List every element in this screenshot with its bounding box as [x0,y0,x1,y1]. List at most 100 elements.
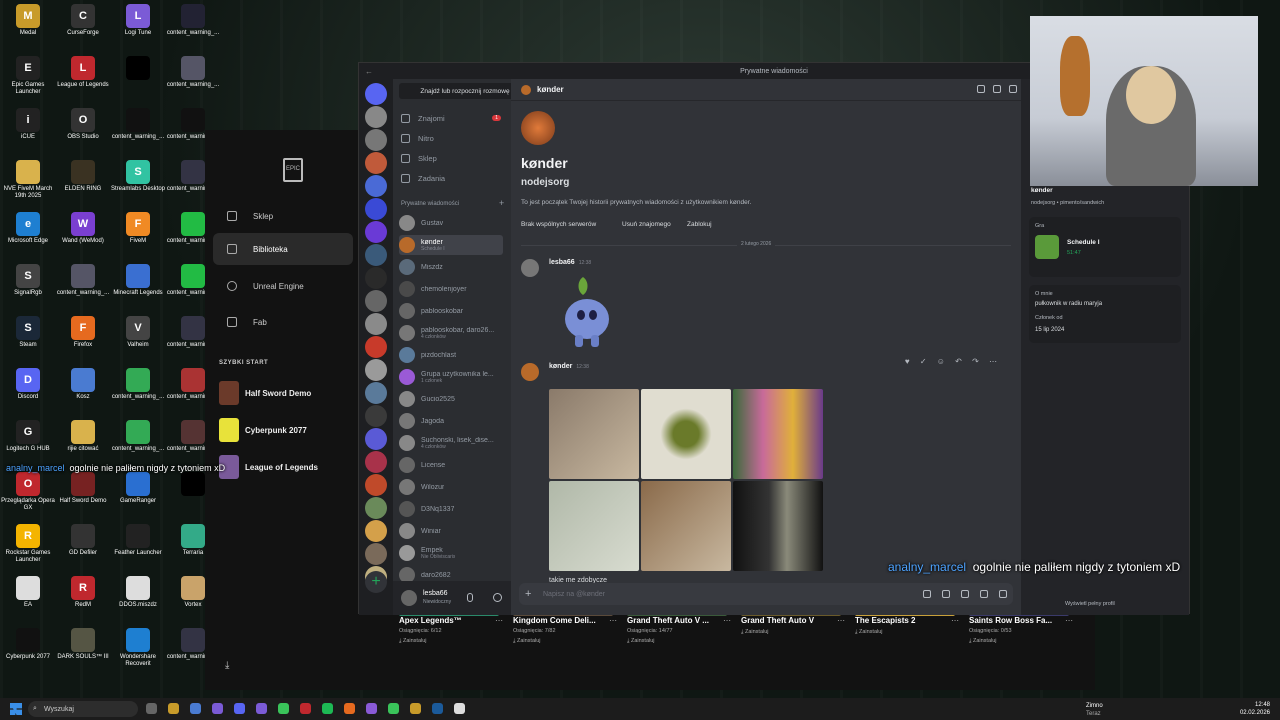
desktop-icon[interactable]: L Logi Tune [110,4,166,37]
taskbar-app-icon[interactable] [388,703,399,714]
desktop-icon[interactable]: Half Sword Demo [55,472,111,505]
desktop-icon[interactable]: e Microsoft Edge [0,212,56,245]
server-icon[interactable] [365,198,387,220]
desktop-icon[interactable]: G Logitech G HUB [0,420,56,453]
dm-item[interactable]: Winiar [399,521,503,541]
download-icon[interactable]: ⤓ [225,660,229,671]
attachment-image[interactable] [733,389,823,479]
server-icon[interactable] [365,83,387,105]
windows-start-icon[interactable] [10,703,22,715]
message-author[interactable]: kønder [549,363,572,370]
install-button[interactable]: ⤓ Zainstaluj [969,638,1073,645]
dm-item[interactable]: License [399,455,503,475]
view-full-profile-link[interactable]: Wyświetl pełny profil [1065,601,1115,607]
desktop-icon[interactable]: O OBS Studio [55,108,111,141]
taskbar-app-icon[interactable] [344,703,355,714]
dm-item[interactable]: D3Nq1337 [399,499,503,519]
dm-item[interactable]: Miszdz [399,257,503,277]
desktop-icon[interactable]: E Epic Games Launcher [0,56,56,96]
more-options-icon[interactable]: ⋯ [723,616,731,625]
desktop-icon[interactable]: content_warning_... [55,264,111,297]
mutual-servers-button[interactable]: Brak wspólnych serwerów [521,221,596,228]
library-game-card[interactable]: Grand Theft Auto V ⤓ Zainstaluj ⋯ [741,602,845,636]
pin-icon[interactable] [1009,85,1017,93]
desktop-icon[interactable]: F FiveM [110,212,166,245]
avatar[interactable] [401,590,417,606]
dm-item[interactable]: pizdochlast [399,345,503,365]
gif-icon[interactable] [942,590,950,598]
avatar[interactable] [521,259,539,277]
desktop-icon[interactable]: content_warning_... [165,56,221,89]
desktop-icon[interactable]: Kosz [55,368,111,401]
taskbar-app-icon[interactable] [146,703,157,714]
desktop-icon[interactable]: S Streamlabs Desktop [110,160,166,193]
new-dm-plus-icon[interactable]: + [499,198,504,208]
nav-friends[interactable]: Znajomi 1 [401,109,501,127]
desktop-icon[interactable]: Cyberpunk 2077 [0,628,56,661]
dm-item[interactable]: Empek Nie Obliviscaris [399,543,503,563]
server-icon[interactable] [365,221,387,243]
server-icon[interactable] [365,106,387,128]
dm-item[interactable]: Gucio2525 [399,389,503,409]
desktop-icon[interactable]: EA [0,576,56,609]
library-game-card[interactable]: Saints Row Boss Fa... Osiągnięcia: 0/53 ⤓ … [969,602,1073,645]
desktop-icon[interactable]: DDOS.miszdz [110,576,166,609]
apps-icon[interactable] [999,590,1007,598]
message-actions[interactable]: ♥ ✓ ☺ ↶ ↷ ⋯ [905,357,1001,366]
dm-item[interactable]: pablooskobar, daro26... 4 członków [399,323,503,343]
desktop-icon[interactable]: rijie citować [55,420,111,453]
desktop-icon[interactable]: GD Defiler [55,524,111,557]
more-options-icon[interactable]: ⋯ [951,616,959,625]
block-button[interactable]: Zablokuj [687,221,712,228]
gift-icon[interactable] [923,590,931,598]
desktop-icon[interactable]: W Wand (WeMod) [55,212,111,245]
headphones-icon[interactable] [493,593,502,602]
desktop-icon[interactable]: i iCUE [0,108,56,141]
server-icon[interactable] [365,290,387,312]
more-options-icon[interactable]: ⋯ [1065,616,1073,625]
quick-start-item[interactable]: Half Sword Demo [219,380,359,406]
desktop-icon[interactable]: D Discord [0,368,56,401]
clock[interactable]: 12:48 02.02.2026 [1240,701,1270,717]
remove-friend-button[interactable]: Usuń znajomego [622,221,671,228]
desktop-icon[interactable]: S SignalRgb [0,264,56,297]
taskbar-app-icon[interactable] [168,703,179,714]
epic-nav-fab[interactable]: Fab [213,306,353,338]
taskbar-app-icon[interactable] [278,703,289,714]
desktop-icon[interactable]: Feather Launcher [110,524,166,557]
taskbar-app-icon[interactable] [432,703,443,714]
desktop-icon[interactable] [110,56,166,82]
desktop-icon[interactable]: M Medal [0,4,56,37]
desktop-icon[interactable]: content_warning_... [165,4,221,37]
attachment-image[interactable] [733,481,823,571]
taskbar-app-icon[interactable] [366,703,377,714]
taskbar-app-icon[interactable] [454,703,465,714]
server-icon[interactable] [365,451,387,473]
library-game-card[interactable]: Grand Theft Auto V ... Osiągnięcia: 14/77… [627,602,731,645]
server-icon[interactable] [365,428,387,450]
install-button[interactable]: ⤓ Zainstaluj [513,638,617,645]
quick-start-item[interactable]: League of Legends [219,454,359,480]
desktop-icon[interactable]: GameRanger [110,472,166,505]
server-icon[interactable] [365,175,387,197]
desktop-icon[interactable]: O Przeglądarka Opera GX [0,472,56,512]
video-call-icon[interactable] [993,85,1001,93]
attachment-image[interactable] [641,481,731,571]
message-author[interactable]: lesba66 [549,259,575,266]
install-button[interactable]: ⤓ Zainstaluj [399,638,503,645]
attach-plus-icon[interactable]: + [525,588,531,600]
dm-item[interactable]: kønder Schedule I [399,235,503,255]
server-icon[interactable] [365,244,387,266]
quick-start-item[interactable]: Cyberpunk 2077 [219,417,359,443]
attachment-image[interactable] [641,389,731,479]
epic-nav-library[interactable]: Biblioteka [213,233,353,265]
dm-item[interactable]: Grupa użytkownika le... 1 członek [399,367,503,387]
back-arrow-icon[interactable]: ← [365,67,373,76]
attachment-image[interactable] [549,481,639,571]
dm-item[interactable]: Jagoda [399,411,503,431]
more-options-icon[interactable]: ⋯ [609,616,617,625]
nav-shop[interactable]: Sklep [401,149,501,167]
desktop-icon[interactable]: Wondershare Recoverit [110,628,166,668]
desktop-icon[interactable]: ELDEN RING [55,160,111,193]
nav-nitro[interactable]: Nitro [401,129,501,147]
